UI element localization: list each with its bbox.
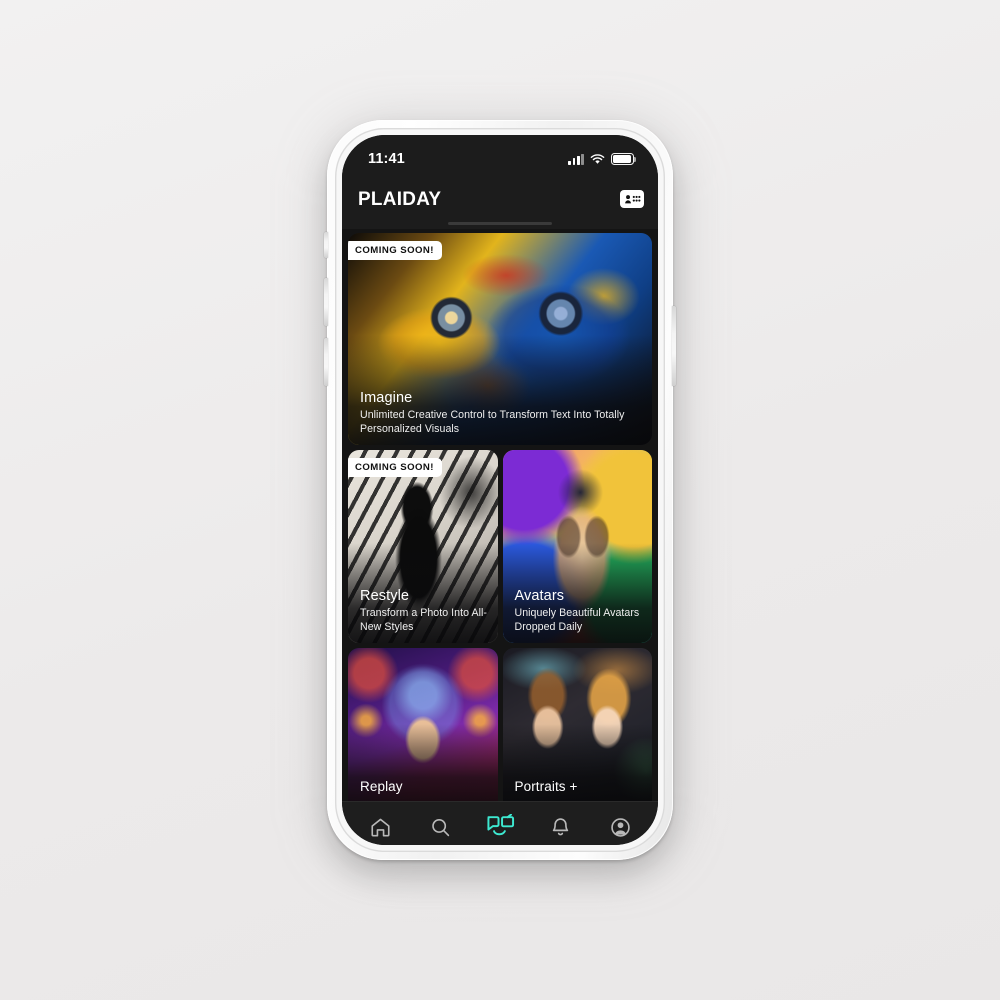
wifi-icon	[590, 153, 605, 164]
card-subtitle: Transform a Photo Into All-New Styles	[360, 607, 487, 633]
card-title: Replay	[360, 779, 403, 794]
tab-create[interactable]	[478, 811, 522, 845]
contacts-people-icon[interactable]	[620, 190, 644, 208]
volume-up-button[interactable]	[324, 278, 328, 326]
card-imagine[interactable]: COMING SOON! Imagine Unlimited Creative …	[348, 233, 652, 445]
card-caption: Imagine Unlimited Creative Control to Tr…	[360, 390, 642, 436]
scroll-progress-track	[342, 221, 658, 229]
status-time: 11:41	[368, 151, 405, 167]
app-brand-title: PLAIDAY	[358, 187, 442, 210]
bottom-tab-bar	[342, 801, 658, 845]
app-header: PLAIDAY	[342, 177, 658, 221]
page-root: 11:41 PLAIDAY COMING SOON! Imagine Unlim…	[0, 0, 1000, 1000]
card-avatars[interactable]: Avatars Uniquely Beautiful Avatars Dropp…	[502, 450, 652, 643]
card-title: Imagine	[360, 390, 413, 407]
status-bar: 11:41	[342, 135, 658, 177]
home-icon	[370, 818, 390, 837]
mute-switch[interactable]	[324, 232, 328, 258]
phone-device-frame: 11:41 PLAIDAY COMING SOON! Imagine Unlim…	[324, 120, 676, 860]
card-portraits[interactable]: Portraits +	[502, 648, 652, 801]
card-row-three: Replay Portraits +	[348, 648, 652, 801]
card-caption: Restyle Transform a Photo Into All-New S…	[360, 588, 488, 634]
card-restyle[interactable]: COMING SOON! Restyle Transform a Photo I…	[348, 450, 498, 643]
phone-screen: 11:41 PLAIDAY COMING SOON! Imagine Unlim…	[342, 135, 658, 845]
volume-down-button[interactable]	[324, 338, 328, 386]
battery-icon	[611, 153, 636, 165]
feed-content: COMING SOON! Imagine Unlimited Creative …	[342, 229, 658, 801]
scroll-progress-thumb[interactable]	[448, 222, 552, 225]
card-caption: Avatars Uniquely Beautiful Avatars Dropp…	[515, 588, 643, 634]
power-button[interactable]	[672, 306, 676, 386]
status-badge-coming-soon: COMING SOON!	[348, 241, 442, 260]
card-subtitle: Uniquely Beautiful Avatars Dropped Daily	[514, 607, 640, 633]
profile-avatar-icon	[610, 818, 630, 837]
tab-alerts[interactable]	[538, 811, 582, 845]
tab-home[interactable]	[358, 811, 402, 845]
bell-icon	[552, 818, 568, 836]
card-title: Avatars	[514, 588, 565, 605]
tab-profile[interactable]	[598, 811, 642, 845]
card-caption: Portraits +	[515, 779, 643, 797]
plaiday-logo-icon	[487, 813, 515, 835]
card-replay[interactable]: Replay	[348, 648, 498, 801]
status-indicators	[568, 147, 636, 165]
status-badge-coming-soon: COMING SOON!	[348, 458, 442, 477]
search-icon	[431, 819, 449, 837]
tab-search[interactable]	[418, 811, 462, 845]
card-title: Portraits +	[514, 779, 578, 794]
card-subtitle: Unlimited Creative Control to Transform …	[360, 409, 625, 435]
cellular-signal-icon	[568, 153, 584, 165]
card-title: Restyle	[360, 588, 410, 605]
card-caption: Replay	[360, 779, 488, 797]
card-row-two: COMING SOON! Restyle Transform a Photo I…	[348, 450, 652, 643]
